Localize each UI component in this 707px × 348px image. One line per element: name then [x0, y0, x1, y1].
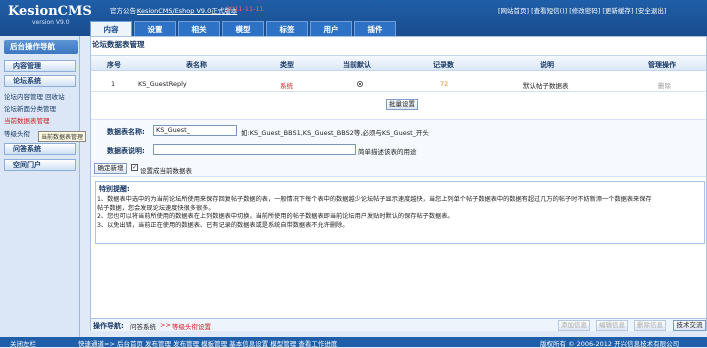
- confirm-add-button[interactable]: 确定新增: [94, 163, 127, 174]
- logout-link[interactable]: [安全退出]: [635, 5, 666, 15]
- notice-label: 官方公告:: [110, 7, 139, 15]
- tech-support-button[interactable]: 技术交流: [673, 320, 706, 331]
- default-radio[interactable]: [357, 81, 363, 87]
- row-name: KS_GuestReply: [138, 80, 187, 88]
- app-logo: KesionCMS: [8, 4, 92, 19]
- edit-info-button[interactable]: 编辑信息: [596, 320, 628, 331]
- tab-related[interactable]: 相关: [178, 21, 220, 36]
- tab-settings[interactable]: 设置: [134, 21, 176, 36]
- op-nav-label: 操作导航:: [93, 322, 124, 330]
- op-nav-crumb-qa[interactable]: 问答系统: [130, 321, 156, 331]
- tab-content[interactable]: 内容: [90, 21, 132, 36]
- col-type: 类型: [280, 61, 294, 69]
- table-name-input[interactable]: KS_Guest_: [153, 125, 237, 136]
- sidebar-link-forum-content[interactable]: 论坛内容管理 回收站: [4, 91, 65, 101]
- tooltip: 当前数据表管理: [38, 131, 87, 142]
- sidebar-title: 后台操作导航: [4, 40, 78, 54]
- col-records: 记录数: [433, 61, 454, 69]
- row-divider: [91, 91, 706, 92]
- footer: 关闭左栏 快速通道=> 后台首页 发布管理 发布管理 模板管理 基本信息设置 模…: [0, 337, 707, 348]
- notice-link[interactable]: KesionCMS/Eshop V9.0正式版本: [137, 5, 237, 15]
- refresh-cache-link[interactable]: [更新缓存]: [602, 5, 633, 15]
- home-link[interactable]: [网站首页]: [498, 5, 529, 15]
- row-type: 系统: [280, 82, 293, 90]
- set-default-label: 设置成当前数据表: [140, 167, 192, 175]
- tab-plugins[interactable]: 插件: [354, 21, 396, 36]
- sidebar-link-recycle[interactable]: 回收站: [45, 93, 65, 101]
- row-desc: 默认帖子数据表: [523, 82, 569, 90]
- table-header: [91, 55, 706, 71]
- change-password-link[interactable]: [修改密码]: [569, 5, 600, 15]
- notice-date: 2011-11-11: [226, 5, 264, 13]
- tab-labels[interactable]: 标签: [266, 21, 308, 36]
- table-desc-hint: 简单描述该表的用途: [358, 148, 417, 156]
- delete-info-button[interactable]: 删除信息: [634, 320, 666, 331]
- table-name-label: 数据表名称:: [107, 128, 145, 136]
- tab-users[interactable]: 用户: [310, 21, 352, 36]
- tip-line-3: 2、您也可以将当前所使用的数据表在上列数据表中切换，当前所使用的帖子数据表即当前…: [97, 213, 454, 220]
- table-name-hint: 如:KS_Guest_BBS1,KS_Guest_BBS2等,必须与KS_Gue…: [241, 129, 429, 137]
- op-nav-sep: >>: [160, 321, 171, 329]
- tip-line-4: 3、以免出错，当前正在使用的数据表、已有记录的数据表或是系统自带数据表不允许删除…: [97, 222, 349, 229]
- sidebar-link-datatable[interactable]: 当前数据表管理: [4, 115, 50, 125]
- col-default: 当前默认: [343, 61, 371, 69]
- messages-link[interactable]: [查看短信()]: [531, 5, 567, 15]
- sidebar-item-forum[interactable]: 论坛系统: [4, 75, 76, 87]
- table-desc-label: 数据表说明:: [107, 147, 145, 155]
- op-nav-crumb-level[interactable]: 等级头衔设置: [172, 321, 211, 331]
- batch-set-button[interactable]: 批量设置: [386, 99, 418, 110]
- tab-models[interactable]: 模型: [222, 21, 264, 36]
- sidebar-item-qa[interactable]: 问答系统: [4, 143, 76, 155]
- app-version: version V9.0: [32, 19, 70, 26]
- col-no: 序号: [107, 61, 121, 69]
- sidebar-item-content[interactable]: 内容管理: [4, 60, 76, 72]
- col-name: 表名称: [186, 61, 207, 69]
- sidebar-link-forum-category[interactable]: 论坛新面分类管理: [4, 103, 56, 113]
- page-title: 论坛数据表管理: [92, 40, 145, 49]
- add-info-button[interactable]: 添加信息: [558, 320, 590, 331]
- sidebar-link-levels[interactable]: 等级头衔: [4, 128, 30, 138]
- row-no: 1: [111, 80, 116, 88]
- sidebar-item-space[interactable]: 空间门户: [4, 159, 76, 171]
- col-ops: 管理操作: [648, 61, 676, 69]
- table-desc-input[interactable]: [153, 144, 356, 155]
- row-records: 72: [440, 80, 449, 88]
- col-desc: 说明: [540, 61, 554, 69]
- top-links: [网站首页] [查看短信()] [修改密码] [更新缓存] [安全退出]: [498, 5, 666, 15]
- tips-title: 特别提醒:: [99, 185, 130, 193]
- row-delete[interactable]: 删除: [658, 80, 671, 90]
- main-tabs: 内容 设置 相关 模型 标签 用户 插件: [90, 21, 396, 36]
- tip-line-1: 1、数据表中选中的为当前论坛所使用来保存回复帖子数据的表，一般情况下每个表中的数…: [97, 196, 652, 203]
- set-default-checkbox[interactable]: ✓: [131, 164, 138, 171]
